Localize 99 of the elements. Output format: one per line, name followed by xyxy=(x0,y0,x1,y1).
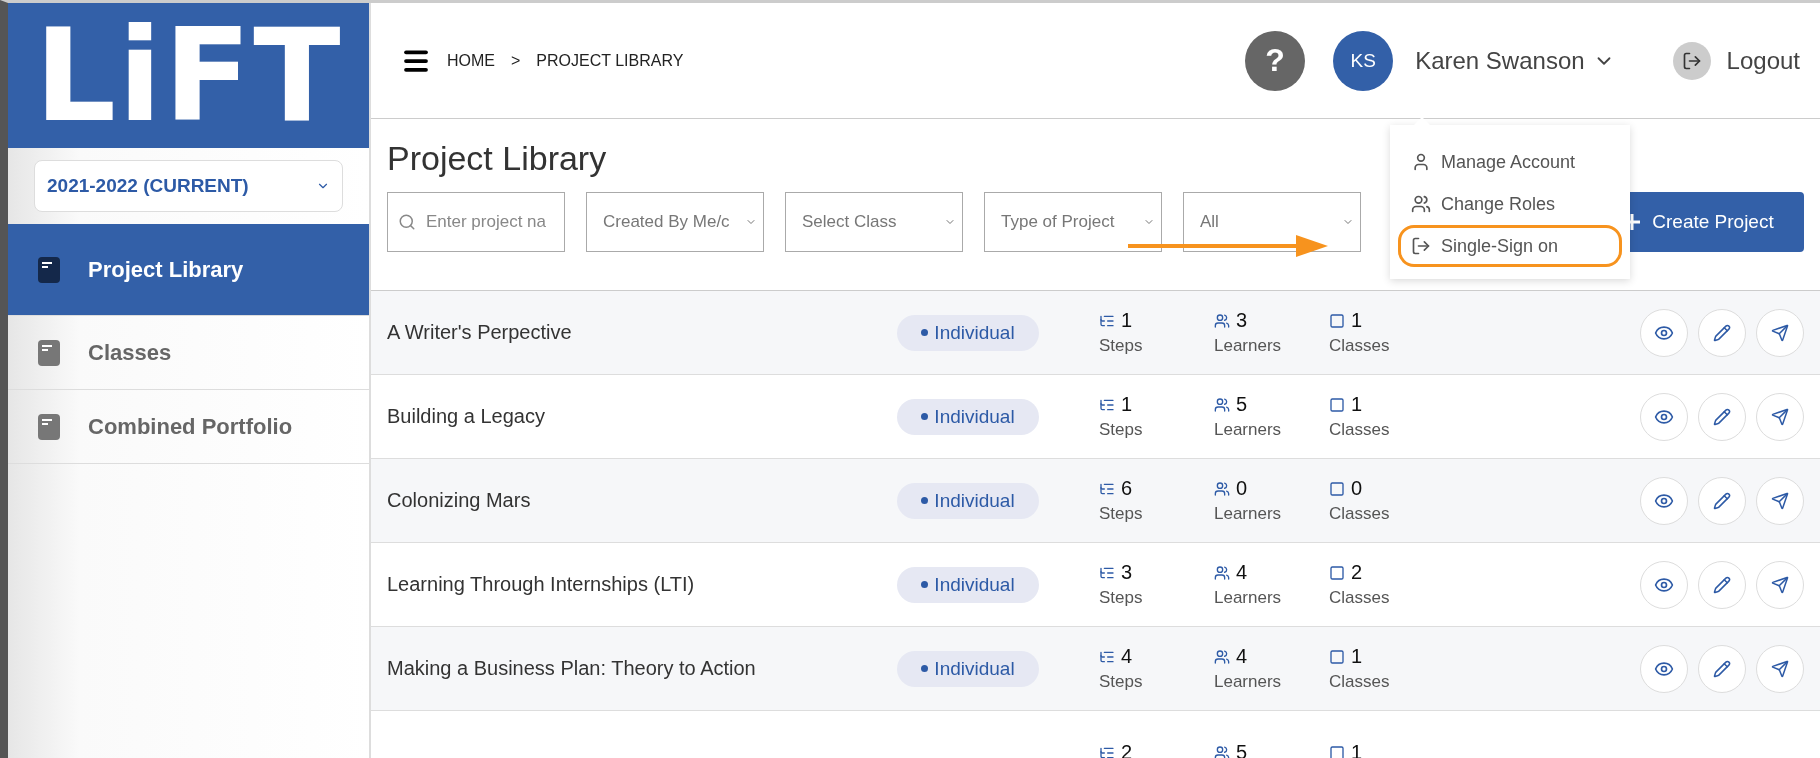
stat-value: 3 xyxy=(1121,561,1133,584)
paper-plane-icon xyxy=(1771,659,1789,678)
paper-plane-icon xyxy=(1771,323,1789,342)
breadcrumb-item[interactable]: HOME xyxy=(447,51,495,70)
stat-label: Classes xyxy=(1329,420,1391,440)
stat-value: 0 xyxy=(1236,477,1248,500)
page-title: Project Library xyxy=(387,139,607,178)
stat-value: 1 xyxy=(1351,393,1363,416)
stat-label: Classes xyxy=(1329,336,1391,356)
type-tag: Individual xyxy=(897,566,1039,603)
user-menu-button[interactable]: Karen Swanson xyxy=(1409,45,1621,76)
pencil-icon xyxy=(1713,575,1731,594)
breadcrumb-separator: > xyxy=(511,51,521,70)
filter-select[interactable]: Created By Me/c xyxy=(586,192,764,252)
type-tag: Individual xyxy=(897,398,1039,435)
project-title[interactable]: A Writer's Perpective xyxy=(387,321,897,344)
stat-label: Steps xyxy=(1099,588,1144,608)
logo: LiFT xyxy=(34,11,343,140)
book-icon xyxy=(36,411,62,442)
edit-button[interactable] xyxy=(1698,476,1746,525)
stat-value: 1 xyxy=(1351,645,1363,668)
stat-label: Classes xyxy=(1329,672,1391,692)
sidebar-item[interactable]: Classes xyxy=(8,316,369,390)
learners-icon xyxy=(1214,648,1230,665)
search-icon xyxy=(398,213,416,231)
search-box[interactable]: Enter project na xyxy=(387,192,565,252)
people-icon xyxy=(1411,194,1431,214)
view-button[interactable] xyxy=(1640,476,1688,525)
view-button[interactable] xyxy=(1640,308,1688,357)
filter-select[interactable]: Select Class xyxy=(785,192,963,252)
learners-icon xyxy=(1214,480,1230,497)
edit-button[interactable] xyxy=(1698,392,1746,441)
paper-plane-icon xyxy=(1771,407,1789,426)
learners-icon xyxy=(1214,312,1230,329)
person-icon xyxy=(1411,152,1431,172)
stat-label: Learners xyxy=(1214,420,1283,440)
stat-label: Steps xyxy=(1099,504,1144,524)
pencil-icon xyxy=(1713,407,1731,426)
project-title[interactable]: Colonizing Mars xyxy=(387,489,897,512)
stat-value: 4 xyxy=(1236,645,1248,668)
view-button[interactable] xyxy=(1640,560,1688,609)
type-tag: Individual xyxy=(897,482,1039,519)
sidebar-item[interactable]: Project Library xyxy=(8,224,369,316)
logout-icon[interactable] xyxy=(1672,41,1711,80)
pencil-icon xyxy=(1713,491,1731,510)
edit-button[interactable] xyxy=(1698,560,1746,609)
project-title[interactable]: Making a Business Plan: Theory to Action xyxy=(387,657,897,680)
stat-value: 1 xyxy=(1351,309,1363,332)
stat-value: 6 xyxy=(1121,477,1133,500)
send-button[interactable] xyxy=(1756,392,1804,441)
edit-button[interactable] xyxy=(1698,644,1746,693)
sidebar-item[interactable]: Combined Portfolio xyxy=(8,390,369,464)
send-button[interactable] xyxy=(1756,476,1804,525)
paper-plane-icon xyxy=(1771,575,1789,594)
stat-value: 1 xyxy=(1121,309,1133,332)
type-tag: Individual xyxy=(897,314,1039,351)
year-select[interactable]: 2021-2022 (CURRENT) xyxy=(34,160,343,212)
breadcrumb-item[interactable]: PROJECT LIBRARY xyxy=(536,51,684,70)
stat-label: Steps xyxy=(1099,336,1144,356)
logout-button[interactable]: Logout xyxy=(1726,46,1800,75)
filter-select[interactable]: All xyxy=(1183,192,1361,252)
stat-value: 4 xyxy=(1236,561,1248,584)
stat-label: Learners xyxy=(1214,672,1283,692)
stat-value: 2 xyxy=(1351,561,1363,584)
book-icon xyxy=(36,254,62,285)
stat-label: Learners xyxy=(1214,504,1283,524)
stat-value: 0 xyxy=(1351,477,1363,500)
stat-value: 3 xyxy=(1236,309,1248,332)
paper-plane-icon xyxy=(1771,491,1789,510)
project-title[interactable]: Building a Legacy xyxy=(387,405,897,428)
stat-value: 5 xyxy=(1236,393,1248,416)
learners-icon xyxy=(1214,396,1230,413)
stat-value: 4 xyxy=(1121,645,1133,668)
stat-label: Classes xyxy=(1329,588,1391,608)
stat-label: Steps xyxy=(1099,420,1144,440)
type-tag: Individual xyxy=(897,650,1039,687)
book-icon xyxy=(36,337,62,368)
stat-label: Steps xyxy=(1099,672,1144,692)
filter-select[interactable]: Type of Project xyxy=(984,192,1162,252)
send-button[interactable] xyxy=(1756,308,1804,357)
view-button[interactable] xyxy=(1640,644,1688,693)
stat-label: Classes xyxy=(1329,504,1391,524)
menu-item[interactable]: Single-Sign on xyxy=(1398,225,1622,267)
learners-icon xyxy=(1214,564,1230,581)
stat-label: Learners xyxy=(1214,588,1283,608)
view-button[interactable] xyxy=(1640,392,1688,441)
help-button[interactable]: ? xyxy=(1245,30,1306,91)
learners-icon xyxy=(1214,744,1230,758)
menu-item[interactable]: Manage Account xyxy=(1398,141,1622,183)
stat-value: 1 xyxy=(1121,393,1133,416)
pencil-icon xyxy=(1713,659,1731,678)
user-avatar: KS xyxy=(1333,30,1394,91)
pencil-icon xyxy=(1713,323,1731,342)
project-title[interactable]: Learning Through Internships (LTI) xyxy=(387,573,897,596)
send-button[interactable] xyxy=(1756,644,1804,693)
edit-button[interactable] xyxy=(1698,308,1746,357)
send-button[interactable] xyxy=(1756,560,1804,609)
sign-in-icon xyxy=(1411,236,1431,256)
stat-label: Learners xyxy=(1214,336,1283,356)
